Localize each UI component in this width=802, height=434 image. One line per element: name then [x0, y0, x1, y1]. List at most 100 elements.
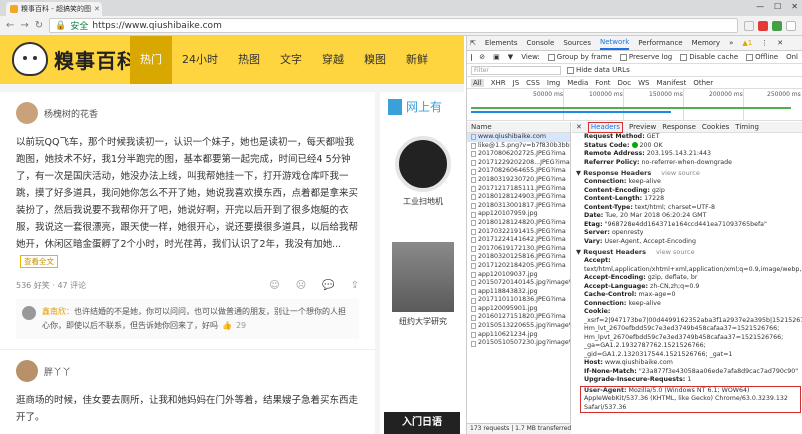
- avatar[interactable]: [16, 102, 38, 124]
- sidebar-banner[interactable]: 入门日语: [384, 412, 460, 434]
- sidebar-item[interactable]: 工业扫地机: [388, 136, 458, 207]
- thumbs-up-icon[interactable]: 👍: [222, 321, 232, 330]
- type-manifest[interactable]: Manifest: [656, 79, 686, 87]
- group-by-frame-checkbox[interactable]: Group by frame: [547, 53, 612, 61]
- headers-section-title[interactable]: ▼ Request Headers view source: [572, 246, 802, 257]
- menu-item-24h[interactable]: 24小时: [172, 36, 228, 84]
- tab-timing[interactable]: Timing: [735, 123, 759, 131]
- headers-section-title[interactable]: ▼ Response Headers view source: [572, 167, 802, 178]
- tab-memory[interactable]: Memory: [692, 39, 720, 47]
- filter-input[interactable]: Filter: [471, 65, 561, 75]
- author-name[interactable]: 杨槐树的花香: [44, 107, 98, 120]
- tab-performance[interactable]: Performance: [638, 39, 682, 47]
- minimize-icon[interactable]: —: [756, 2, 764, 11]
- kebab-menu-icon[interactable]: ⋮: [761, 39, 768, 47]
- tab-elements[interactable]: Elements: [485, 39, 518, 47]
- menu-item-text[interactable]: 文字: [270, 36, 312, 84]
- type-media[interactable]: Media: [567, 79, 588, 87]
- request-row[interactable]: 20170806202725.JPEG?ima: [467, 150, 570, 159]
- type-all[interactable]: All: [471, 78, 484, 87]
- request-row[interactable]: app110621234.jpg: [467, 331, 570, 340]
- request-row[interactable]: app120109037.jpg: [467, 271, 570, 280]
- avatar[interactable]: [16, 360, 38, 382]
- forward-icon[interactable]: →: [20, 20, 28, 31]
- read-more-button[interactable]: 查看全文: [20, 255, 58, 268]
- view-source-link[interactable]: view source: [661, 169, 700, 177]
- request-row[interactable]: 20170826064655.JPEG?ima: [467, 167, 570, 176]
- request-row[interactable]: 20171101101836.JPEG?ima: [467, 296, 570, 305]
- preserve-log-checkbox[interactable]: Preserve log: [619, 53, 672, 61]
- comment-icon[interactable]: 💬: [322, 280, 334, 291]
- request-row[interactable]: app118843832.jpg: [467, 288, 570, 297]
- request-row[interactable]: 20160127151820.JPEG?ima: [467, 313, 570, 322]
- reload-icon[interactable]: ↻: [35, 20, 43, 31]
- type-img[interactable]: Img: [547, 79, 560, 87]
- devtools-cursor-icon[interactable]: ⇱: [470, 39, 476, 47]
- close-details-icon[interactable]: ✕: [576, 123, 582, 131]
- disable-cache-checkbox[interactable]: Disable cache: [680, 53, 738, 61]
- post-text[interactable]: 逛商场的时候，佳女要去厕所，让我和她妈妈在门外等着，结果嫂子急着买东西走开了。: [16, 392, 359, 426]
- request-row[interactable]: 20180320125816.JPEG?ima: [467, 253, 570, 262]
- extension-green-icon[interactable]: [772, 20, 782, 31]
- request-row[interactable]: 20171229202208...JPEG?ima: [467, 159, 570, 168]
- menu-item-images[interactable]: 糗图: [354, 36, 396, 84]
- request-row[interactable]: 20171217185111.JPEG?ima: [467, 185, 570, 194]
- request-row[interactable]: www.qiushibaike.com: [467, 133, 570, 142]
- commenter-avatar[interactable]: [22, 306, 36, 320]
- close-devtools-icon[interactable]: ✕: [777, 39, 783, 47]
- tab-network[interactable]: Network: [600, 36, 630, 50]
- type-doc[interactable]: Doc: [618, 79, 632, 87]
- menu-item-new[interactable]: 新鲜: [396, 36, 438, 84]
- tab-console[interactable]: Console: [527, 39, 555, 47]
- request-row[interactable]: app120107959.jpg: [467, 210, 570, 219]
- request-row[interactable]: 20170322191415.JPEG?ima: [467, 228, 570, 237]
- sad-icon[interactable]: ☹: [296, 280, 306, 291]
- tab-sources[interactable]: Sources: [563, 39, 591, 47]
- share-icon[interactable]: ⇪: [351, 280, 359, 291]
- throttling-select[interactable]: Onl: [786, 53, 798, 61]
- menu-item-hot-images[interactable]: 热图: [228, 36, 270, 84]
- type-js[interactable]: JS: [513, 79, 520, 87]
- post-author[interactable]: 胖丫丫: [16, 360, 359, 382]
- filter-icon[interactable]: ▼: [508, 53, 513, 61]
- network-overview-timeline[interactable]: 50000 ms 100000 ms 150000 ms 200000 ms 2…: [467, 89, 802, 121]
- post-author[interactable]: 杨槐树的花香: [16, 102, 359, 124]
- type-css[interactable]: CSS: [526, 79, 540, 87]
- back-icon[interactable]: ←: [6, 20, 14, 31]
- more-tabs-icon[interactable]: »: [729, 39, 733, 47]
- tab-response[interactable]: Response: [662, 123, 696, 131]
- tab-preview[interactable]: Preview: [629, 123, 656, 131]
- close-window-icon[interactable]: ✕: [791, 2, 798, 11]
- menu-item-time-travel[interactable]: 穿越: [312, 36, 354, 84]
- tab-cookies[interactable]: Cookies: [702, 123, 729, 131]
- star-icon[interactable]: [744, 20, 754, 31]
- request-list-header[interactable]: Name: [467, 122, 570, 133]
- url-input[interactable]: 🔒 安全 https://www.qiushibaike.com: [49, 18, 738, 33]
- request-row[interactable]: 20171224141642.JPEG?ima: [467, 236, 570, 245]
- browser-tab[interactable]: 糗事百科 - 超搞笑的图 ✕: [6, 2, 102, 16]
- request-row[interactable]: 20180128124903.JPEG?ima: [467, 193, 570, 202]
- tab-headers[interactable]: Headers: [587, 122, 624, 133]
- offline-checkbox[interactable]: Offline: [746, 53, 778, 61]
- request-row[interactable]: like@1.5.png?v=b7f830b3bb9: [467, 142, 570, 151]
- type-font[interactable]: Font: [595, 79, 610, 87]
- view-source-link[interactable]: view source: [656, 248, 695, 256]
- close-tab-icon[interactable]: ✕: [94, 5, 100, 13]
- menu-item-hot[interactable]: 热门: [130, 36, 172, 84]
- warning-icon[interactable]: ▲1: [742, 39, 752, 47]
- maximize-icon[interactable]: ☐: [774, 2, 781, 11]
- post-content[interactable]: 以前玩QQ飞车，那个时候我读初一，认识一个妹子，她也是读初一，每天都啦我跑图，她…: [16, 134, 359, 270]
- type-ws[interactable]: WS: [638, 79, 649, 87]
- type-other[interactable]: Other: [693, 79, 713, 87]
- request-row[interactable]: 20150720140145.jpg?imageVi: [467, 279, 570, 288]
- author-name[interactable]: 胖丫丫: [44, 365, 71, 378]
- type-xhr[interactable]: XHR: [491, 79, 506, 87]
- hide-data-urls-checkbox[interactable]: Hide data URLs: [567, 66, 630, 74]
- camera-icon[interactable]: ▣: [493, 53, 500, 61]
- menu-icon[interactable]: [786, 20, 796, 31]
- request-row[interactable]: 20180319230720.JPEG?ima: [467, 176, 570, 185]
- sidebar-item[interactable]: 纽约大学研究: [388, 242, 458, 327]
- site-logo[interactable]: 糗事百科: [12, 42, 138, 76]
- extension-red-icon[interactable]: [758, 20, 768, 31]
- smile-icon[interactable]: ☺: [269, 280, 279, 291]
